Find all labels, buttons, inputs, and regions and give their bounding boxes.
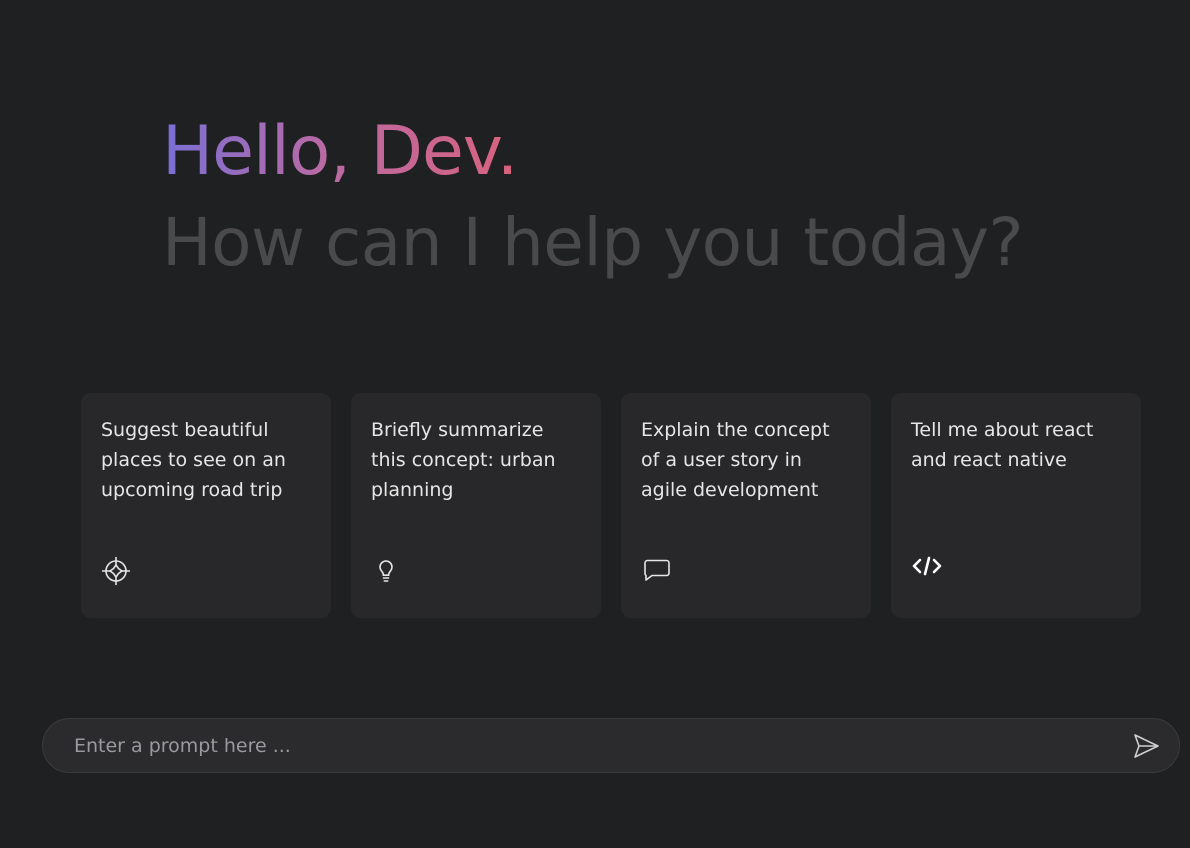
send-button[interactable] — [1131, 731, 1161, 761]
compass-icon — [101, 553, 133, 585]
help-subtitle: How can I help you today? — [162, 204, 1024, 281]
suggestion-card-react[interactable]: Tell me about react and react native — [891, 393, 1141, 618]
lightbulb-icon — [371, 553, 403, 585]
suggestion-card-road-trip[interactable]: Suggest beautiful places to see on an up… — [81, 393, 331, 618]
chat-bubble-icon — [641, 553, 673, 585]
prompt-input[interactable] — [74, 719, 1114, 772]
suggestion-card-urban-planning[interactable]: Briefly summarize this concept: urban pl… — [351, 393, 601, 618]
main-page: Hello, Dev. How can I help you today? Su… — [0, 0, 1190, 848]
code-icon — [911, 553, 943, 585]
suggestion-cards: Suggest beautiful places to see on an up… — [81, 393, 1141, 618]
prompt-bar — [42, 718, 1180, 773]
send-icon — [1131, 734, 1161, 764]
greeting-title: Hello, Dev. — [162, 108, 518, 196]
card-text: Briefly summarize this concept: urban pl… — [371, 419, 556, 501]
card-text: Tell me about react and react native — [911, 419, 1094, 471]
suggestion-card-user-story[interactable]: Explain the concept of a user story in a… — [621, 393, 871, 618]
card-text: Explain the concept of a user story in a… — [641, 419, 830, 501]
card-text: Suggest beautiful places to see on an up… — [101, 419, 286, 501]
